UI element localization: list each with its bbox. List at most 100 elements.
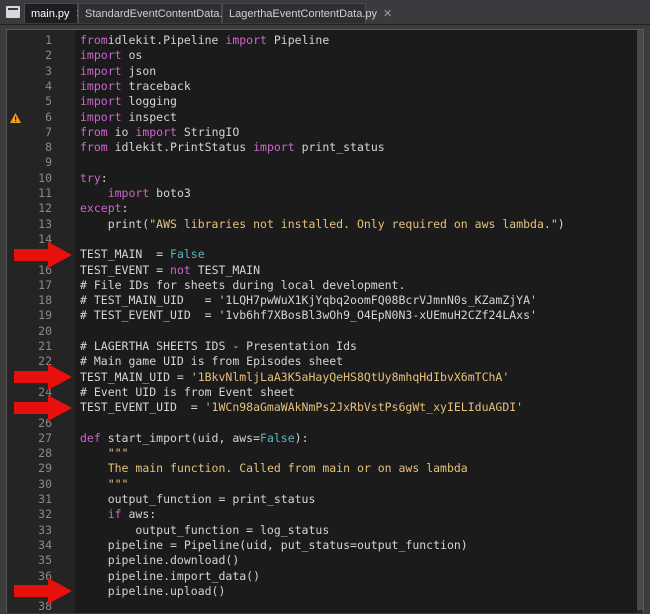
code-line[interactable]: 23TEST_MAIN_UID = '1BkvNlmljLaA3K5aHayQe… <box>0 370 630 385</box>
code-line[interactable]: 10 try: <box>0 171 630 186</box>
code-text: TEST_MAIN = False <box>80 247 205 262</box>
code-token: except <box>80 201 122 216</box>
line-number: 5 <box>45 94 52 109</box>
code-text: if aws: <box>80 507 156 522</box>
code-text: import json <box>80 64 156 79</box>
tab-label: LagerthaEventContentData.py <box>229 7 377 20</box>
code-line[interactable]: 12 except: <box>0 201 630 216</box>
line-number: 7 <box>45 124 52 139</box>
code-line[interactable]: 22 # Main game UID is from Episodes sheet <box>0 354 630 369</box>
code-token: import <box>80 48 122 63</box>
tab-standard-event-content-data[interactable]: StandardEventContentData.py ✕ <box>78 3 249 23</box>
code-token: # LAGERTHA SHEETS IDS - Presentation Ids <box>80 339 357 353</box>
code-token: The main function. Called from main or o… <box>107 461 468 476</box>
code-line[interactable]: 1 fromidlekit.Pipeline import Pipeline <box>0 33 630 48</box>
code-line[interactable]: 38 <box>0 599 630 614</box>
code-text: pipeline.download() <box>80 553 240 568</box>
code-line[interactable]: 15TEST_MAIN = False <box>0 247 630 262</box>
editor-menu-icon[interactable] <box>4 3 22 21</box>
code-token: os <box>121 48 143 63</box>
code-line[interactable]: 36 pipeline.import_data() <box>0 569 630 584</box>
code-line[interactable]: 33 output_function = log_status <box>0 523 630 538</box>
line-number: 1 <box>45 33 52 47</box>
code-token: TEST_EVENT = <box>80 262 171 277</box>
close-icon[interactable]: ✕ <box>383 7 392 20</box>
code-line[interactable]: 13 print("AWS libraries not installed. O… <box>0 217 630 232</box>
code-text: def start_import(uid, aws=False): <box>80 431 309 446</box>
tab-main-py[interactable]: main.py ✕ <box>24 3 85 23</box>
tab-lagertha-event-content-data[interactable]: LagerthaEventContentData.py ✕ <box>222 3 392 23</box>
code-line[interactable]: 24 # Event UID is from Event sheet <box>0 385 630 400</box>
code-token: print_status <box>294 140 385 155</box>
code-token: TEST_EVENT_UID = <box>80 400 205 415</box>
code-text: """ <box>80 446 129 461</box>
red-arrow-line-37 <box>14 578 74 605</box>
code-line[interactable]: 28 """ <box>0 446 630 461</box>
code-line[interactable]: 16 TEST_EVENT = not TEST_MAIN <box>0 263 630 278</box>
code-token: import <box>253 140 295 155</box>
code-token: from <box>80 124 108 139</box>
code-line[interactable]: 29 The main function. Called from main o… <box>0 461 630 476</box>
code-text: print("AWS libraries not installed. Only… <box>80 217 565 232</box>
line-number: 31 <box>38 492 52 506</box>
code-line[interactable]: 6 import inspect <box>0 110 630 125</box>
code-text: import os <box>80 48 142 63</box>
code-line[interactable]: 32 if aws: <box>0 507 630 522</box>
scrollbar-thumb[interactable] <box>637 30 643 610</box>
code-token: StringIO <box>176 124 240 139</box>
code-token: import <box>80 63 122 78</box>
code-text: from idlekit.PrintStatus import print_st… <box>80 140 385 155</box>
code-line[interactable]: 30 """ <box>0 477 630 492</box>
code-text: import boto3 <box>80 186 191 201</box>
code-line[interactable]: 34 pipeline = Pipeline(uid, put_status=o… <box>0 538 630 553</box>
code-line[interactable]: 18 # TEST_MAIN_UID = '1LQH7pwWuX1KjYqbq2o… <box>0 293 630 308</box>
code-token: boto3 <box>149 186 191 200</box>
vertical-scrollbar[interactable] <box>637 30 643 613</box>
code-line[interactable]: 14 <box>0 232 630 247</box>
code-token: import <box>225 33 267 47</box>
code-line[interactable]: 25TEST_EVENT_UID = '1WCn98aGmaWAkNmPs2Jx… <box>0 400 630 415</box>
code-text: import inspect <box>80 110 177 125</box>
line-number: 9 <box>45 155 52 170</box>
code-line[interactable]: 31 output_function = print_status <box>0 492 630 507</box>
code-line[interactable]: 19 # TEST_EVENT_UID = '1vb6hf7XBosBl3wOh9… <box>0 308 630 323</box>
code-token: inspect <box>121 109 177 124</box>
line-number: 10 <box>38 170 52 185</box>
code-line[interactable]: 20 <box>0 324 630 339</box>
code-line[interactable]: 5 import logging <box>0 94 630 109</box>
code-token: ): <box>294 430 309 445</box>
code-line[interactable]: 26 <box>0 416 630 431</box>
code-line[interactable]: 27 def start_import(uid, aws=False): <box>0 431 630 446</box>
code-token: TEST_MAIN_UID = <box>80 369 191 384</box>
code-line[interactable]: 3 import json <box>0 64 630 79</box>
tab-label: StandardEventContentData.py <box>85 7 235 20</box>
code-line[interactable]: 11 import boto3 <box>0 186 630 201</box>
code-line[interactable]: 21 # LAGERTHA SHEETS IDS - Presentation I… <box>0 339 630 354</box>
code-line[interactable]: 8 from idlekit.PrintStatus import print_s… <box>0 140 630 155</box>
code-token: pipeline.import_data() <box>80 568 261 583</box>
warning-icon[interactable] <box>9 112 21 124</box>
code-line[interactable]: 35 pipeline.download() <box>0 553 630 568</box>
code-token: Pipeline <box>266 33 330 47</box>
line-number: 34 <box>38 537 52 552</box>
code-line[interactable]: 17 # File IDs for sheets during local dev… <box>0 278 630 293</box>
code-token: '1BkvNlmljLaA3K5aHayQeHS8QtUy8mhqHdIbvX6… <box>190 369 510 384</box>
code-token: import <box>80 94 122 109</box>
code-text: pipeline.upload() <box>80 584 226 599</box>
code-token: pipeline = Pipeline(uid, put_status=outp… <box>80 537 468 552</box>
code-line[interactable]: 37 pipeline.upload() <box>0 584 630 599</box>
code-token: try <box>80 170 101 185</box>
code-line[interactable]: 2 import os <box>0 48 630 63</box>
code-line[interactable]: 9 <box>0 155 630 170</box>
line-number: 28 <box>38 446 52 461</box>
code-text: TEST_EVENT = not TEST_MAIN <box>80 263 260 278</box>
code-token: """ <box>107 476 129 491</box>
line-number: 2 <box>45 48 52 63</box>
code-line[interactable]: 7 from io import StringIO <box>0 125 630 140</box>
code-text: import logging <box>80 94 177 109</box>
code-token: '1WCn98aGmaWAkNmPs2JxRbVstPs6gWt_xyIELId… <box>204 400 524 415</box>
code-line[interactable]: 4 import traceback <box>0 79 630 94</box>
